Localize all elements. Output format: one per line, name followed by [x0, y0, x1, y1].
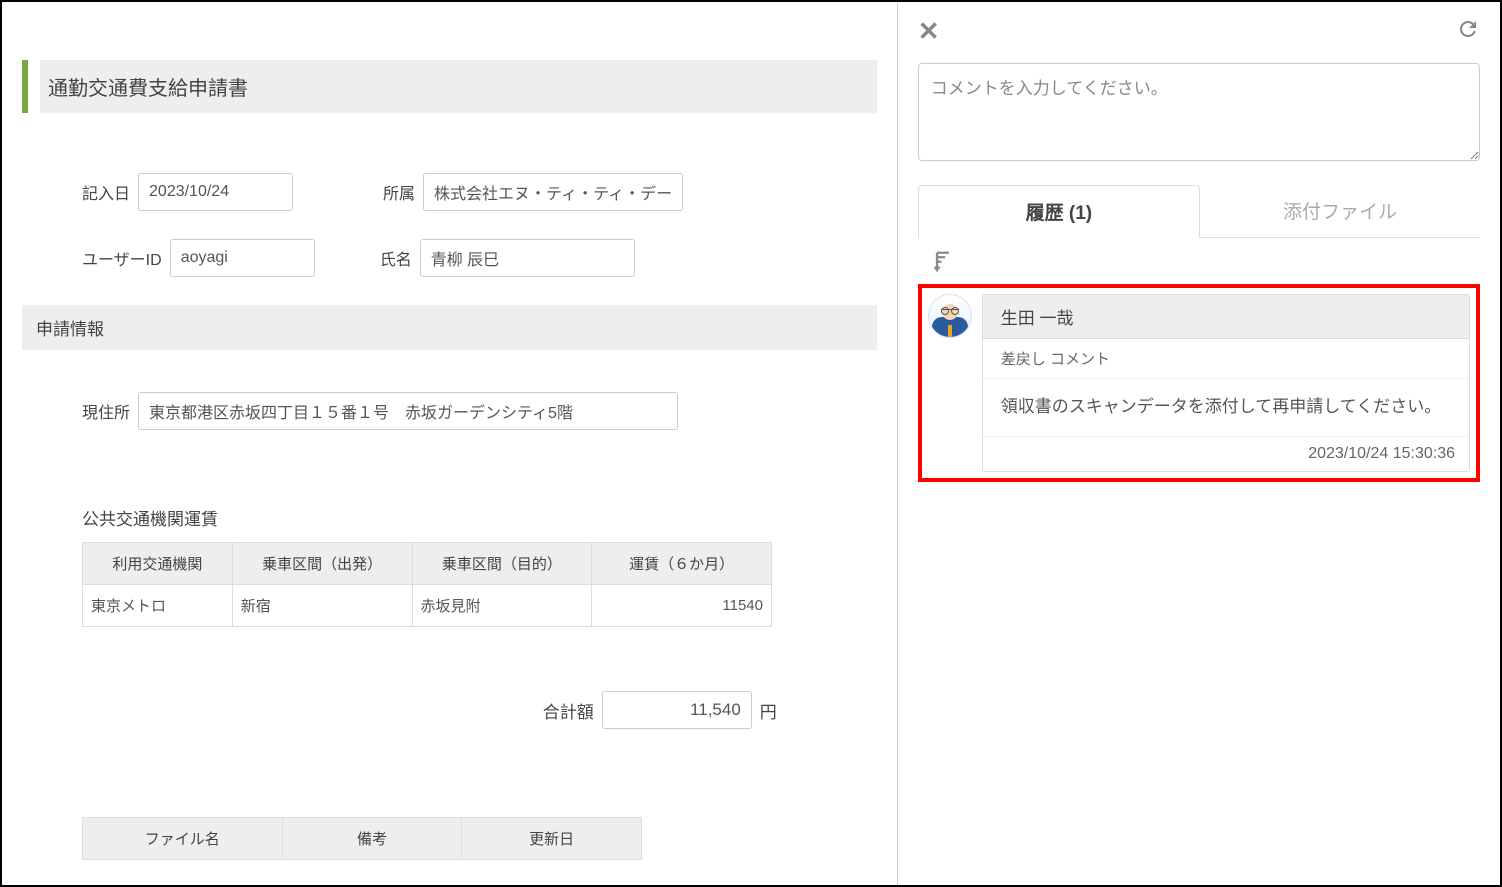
- avatar: [928, 294, 972, 338]
- history-type: 差戻し コメント: [983, 339, 1469, 379]
- close-icon[interactable]: ✕: [918, 18, 940, 44]
- comment-input[interactable]: [918, 63, 1480, 161]
- attach-col-note: 備考: [282, 818, 462, 860]
- side-panel: ✕ 履歴 (1) 添付ファイル 生田 一哉 差戻し コメント 領収書のスキャンデ…: [897, 2, 1500, 885]
- tab-history[interactable]: 履歴 (1): [918, 185, 1200, 238]
- tab-attachments[interactable]: 添付ファイル: [1200, 185, 1480, 237]
- tabs: 履歴 (1) 添付ファイル: [918, 185, 1480, 238]
- history-timestamp: 2023/10/24 15:30:36: [983, 437, 1469, 471]
- name-label: 氏名: [380, 246, 412, 270]
- attach-col-filename: ファイル名: [83, 818, 283, 860]
- addr-label: 現住所: [82, 399, 130, 423]
- fare-col-to: 乗車区間（目的）: [412, 543, 592, 585]
- history-card: 生田 一哉 差戻し コメント 領収書のスキャンデータを添付して再申請してください…: [982, 294, 1470, 472]
- total-label: 合計額: [543, 698, 594, 723]
- fare-heading: 公共交通機関運賃: [82, 505, 877, 530]
- fare-cell-transport: 東京メトロ: [83, 585, 233, 627]
- fare-cell-from: 新宿: [232, 585, 412, 627]
- fare-table: 利用交通機関 乗車区間（出発） 乗車区間（目的） 運賃（６か月） 東京メトロ 新…: [82, 542, 772, 627]
- date-label: 記入日: [82, 180, 130, 204]
- attach-col-updated: 更新日: [462, 818, 642, 860]
- main-panel: 通勤交通費支給申請書 記入日 所属 ユーザーID 氏名 申請情報: [2, 2, 897, 885]
- userid-input[interactable]: [170, 239, 315, 277]
- name-input[interactable]: [420, 239, 635, 277]
- attachment-table: ファイル名 備考 更新日: [82, 817, 642, 860]
- org-label: 所属: [383, 180, 415, 204]
- fare-cell-amount: 11540: [592, 585, 772, 627]
- total-unit: 円: [760, 698, 777, 723]
- form-title: 通勤交通費支給申請書: [40, 60, 877, 113]
- fare-col-from: 乗車区間（出発）: [232, 543, 412, 585]
- reload-icon[interactable]: [1456, 17, 1480, 45]
- addr-input[interactable]: [138, 392, 678, 430]
- fare-col-amount: 運賃（６か月）: [592, 543, 772, 585]
- section-header: 申請情報: [22, 305, 877, 350]
- table-row[interactable]: 東京メトロ 新宿 赤坂見附 11540: [83, 585, 772, 627]
- fare-cell-to: 赤坂見附: [412, 585, 592, 627]
- sort-icon[interactable]: [934, 250, 1480, 276]
- title-accent: [22, 60, 28, 113]
- date-input[interactable]: [138, 173, 293, 211]
- form-title-row: 通勤交通費支給申請書: [22, 60, 877, 113]
- history-highlight: 生田 一哉 差戻し コメント 領収書のスキャンデータを添付して再申請してください…: [918, 284, 1480, 482]
- total-input[interactable]: [602, 691, 752, 729]
- fare-col-transport: 利用交通機関: [83, 543, 233, 585]
- org-input[interactable]: [423, 173, 683, 211]
- history-user: 生田 一哉: [983, 295, 1469, 339]
- history-comment: 領収書のスキャンデータを添付して再申請してください。: [983, 379, 1469, 437]
- userid-label: ユーザーID: [82, 246, 162, 270]
